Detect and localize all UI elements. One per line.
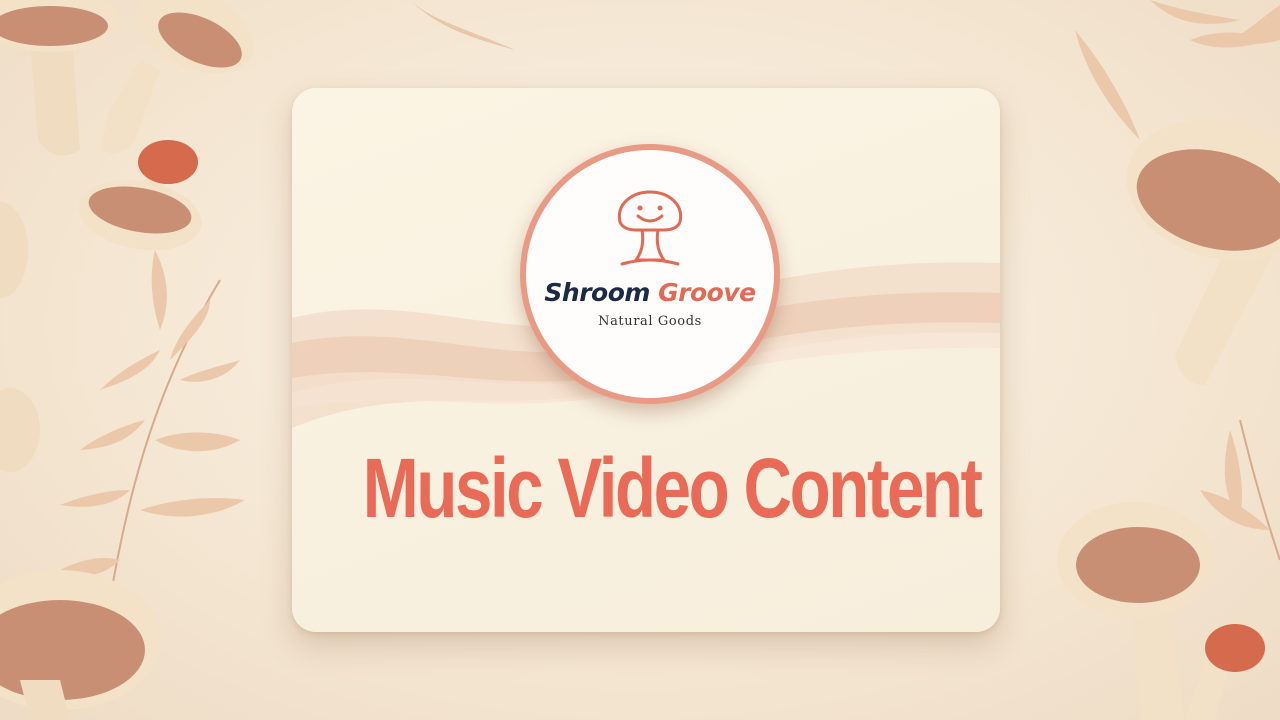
mushroom-edge-left-2 [0,388,40,472]
fern-right [1200,419,1280,561]
brand-logo: Shroom Groove Natural Goods [520,144,780,404]
mushroom-right [1126,119,1280,385]
mushroom-top-left-2 [100,0,254,154]
mushroom-bottom-right-2 [1185,624,1265,720]
brand-name: Shroom Groove [526,278,774,307]
fern-left [60,250,245,601]
headline: Music Video Content [362,441,983,535]
mushroom-bottom-right-1 [1057,502,1213,720]
mushroom-top-left-1 [0,0,120,156]
smiling-mushroom-icon [617,190,683,266]
leaves-top-right [1075,0,1280,140]
brand-name-part1: Shroom [544,278,650,307]
brand-tagline: Natural Goods [598,314,702,329]
brand-name-part2: Groove [658,278,756,307]
logo-badge: Shroom Groove Natural Goods [526,150,774,398]
mushroom-edge-left [0,202,28,298]
leaf-top [410,0,515,50]
mushroom-bottom-left [0,570,160,720]
mushroom-small-left [78,140,202,251]
